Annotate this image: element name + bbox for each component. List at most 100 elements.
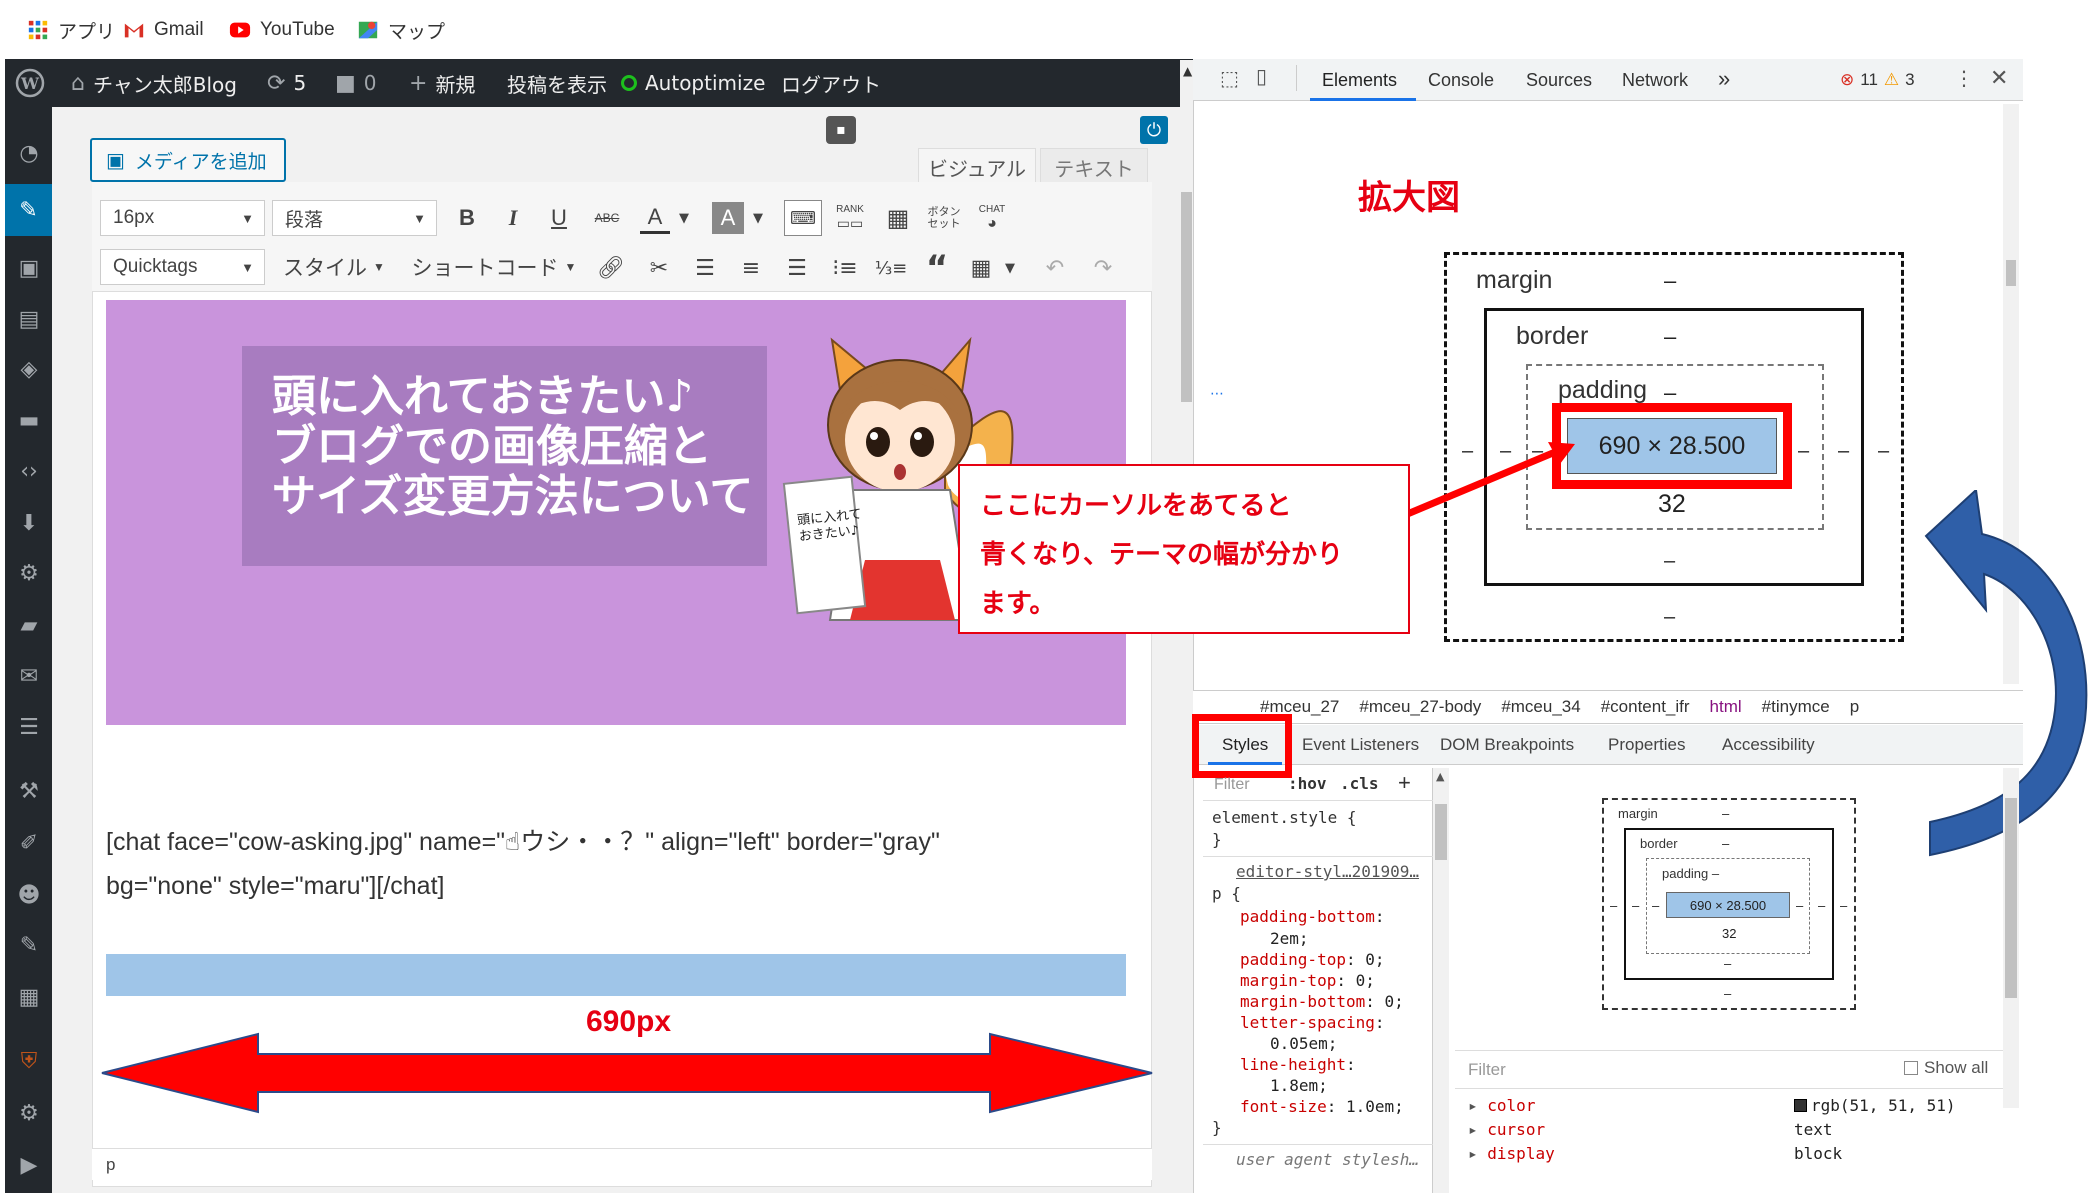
breadcrumb-item[interactable]: p (1850, 697, 1859, 717)
settings-gear-icon[interactable]: ⚙ (13, 557, 45, 589)
underline-icon[interactable]: U (544, 202, 574, 234)
mail-icon[interactable]: ✉ (13, 660, 45, 692)
paragraph-select[interactable]: 段落 (272, 200, 437, 236)
rank-icon[interactable]: RANK ▭▭ (832, 200, 868, 236)
table-icon[interactable]: ▦ (966, 252, 996, 284)
align-left-icon[interactable]: ☰ (690, 252, 720, 284)
tab-event-listeners[interactable]: Event Listeners (1302, 735, 1419, 755)
bookmark-gmail[interactable]: Gmail (122, 18, 204, 42)
tab-sources[interactable]: Sources (1526, 70, 1592, 91)
blockquote-icon[interactable]: “ (922, 248, 952, 288)
bookmark-apps[interactable]: アプリ (26, 18, 115, 43)
element-path[interactable]: p (106, 1155, 115, 1175)
add-media-button[interactable]: ▣ メディアを追加 (90, 138, 286, 182)
chevron-down-icon[interactable]: ▼ (750, 206, 766, 230)
tag-icon[interactable]: ◈ (13, 353, 45, 385)
p-selector[interactable]: p { (1212, 884, 1241, 903)
stats-icon[interactable]: ▦ (13, 981, 45, 1013)
button-set-icon[interactable]: ボタン セット (926, 200, 962, 236)
posts-icon[interactable]: ✎ (5, 184, 52, 236)
italic-icon[interactable]: I (498, 202, 528, 234)
tab-visual[interactable]: ビジュアル (918, 148, 1036, 186)
background-color-icon[interactable]: A (712, 202, 744, 234)
issue-counters[interactable]: ⊗ 11 ⚠ 3 (1840, 70, 1915, 90)
css-declaration[interactable]: letter-spacing: (1240, 1013, 1385, 1032)
numbered-list-icon[interactable]: ⅓≡ (875, 252, 908, 284)
power-icon[interactable]: ⏻ (1140, 116, 1168, 144)
bookmark-youtube[interactable]: YouTube (228, 18, 335, 42)
play-circle-icon[interactable]: ▶ (13, 1149, 45, 1181)
show-all-checkbox[interactable]: Show all (1904, 1058, 1988, 1078)
elements-scroll-thumb[interactable] (2006, 260, 2016, 286)
pages-icon[interactable]: ▤ (13, 303, 45, 335)
css-declaration[interactable]: padding-top: 0; (1240, 950, 1385, 969)
link-icon[interactable]: 🔗︎ (596, 252, 626, 284)
strikethrough-icon[interactable]: ABC (590, 202, 624, 234)
box-model-content-zoomed[interactable]: 690 × 28.500 (1567, 418, 1777, 474)
css-declaration[interactable]: margin-bottom: 0; (1240, 992, 1404, 1011)
align-right-icon[interactable]: ☰ (782, 252, 812, 284)
users-icon[interactable]: ☻ (13, 879, 45, 911)
media-icon[interactable]: ▣ (13, 252, 45, 284)
breadcrumb-item[interactable]: #tinymce (1762, 697, 1830, 717)
autoptimize-link[interactable]: Autoptimize (621, 59, 765, 107)
styles-scroll-thumb[interactable] (1435, 804, 1447, 860)
box-model-content[interactable]: 690 × 28.500 (1666, 892, 1790, 918)
tools-icon[interactable]: ✎ (13, 929, 45, 961)
breadcrumb-item[interactable]: #content_ifr (1601, 697, 1690, 717)
chevron-down-icon[interactable]: ▼ (1002, 256, 1018, 280)
tab-network[interactable]: Network (1622, 70, 1688, 91)
font-size-select[interactable]: 16px (100, 200, 265, 236)
inspect-element-icon[interactable]: ⬚ (1220, 66, 1239, 90)
plugins-icon[interactable]: ✐ (13, 827, 45, 859)
undo-icon[interactable]: ↶ (1040, 252, 1070, 284)
tab-text[interactable]: テキスト (1040, 148, 1148, 186)
element-style-rule[interactable]: element.style { (1212, 808, 1357, 827)
scroll-up-arrow-icon[interactable]: ▲ (1436, 770, 1444, 783)
archive-icon[interactable]: ▬ (13, 404, 45, 436)
dashboard-icon[interactable]: ◔ (13, 137, 45, 169)
styles-filter-input[interactable]: Filter (1214, 776, 1250, 794)
site-name-link[interactable]: ⌂ チャン太郎Blog (71, 59, 237, 107)
align-center-icon[interactable]: ≡ (736, 252, 766, 284)
computed-scrollbar[interactable] (2003, 768, 2019, 1108)
table-grid-icon[interactable]: ▦ (880, 200, 916, 236)
gear-icon[interactable]: ⚙ (13, 1097, 45, 1129)
tab-properties[interactable]: Properties (1608, 735, 1685, 755)
quicktags-select[interactable]: Quicktags (100, 249, 265, 285)
breadcrumb-item[interactable]: #mceu_34 (1501, 697, 1580, 717)
code-icon[interactable]: ‹› (13, 455, 45, 487)
style-menu[interactable]: スタイル ▼ (278, 250, 390, 284)
brush-icon[interactable]: ⚒ (13, 775, 45, 807)
bookmark-maps[interactable]: マップ (356, 18, 445, 43)
new-content-link[interactable]: + 新規 (409, 59, 475, 107)
breadcrumb-item[interactable]: html (1710, 697, 1742, 717)
user-agent-stylesheet-label[interactable]: user agent stylesh… (1236, 1150, 1419, 1169)
keyboard-icon[interactable]: ⌨ (784, 200, 822, 236)
chevron-down-icon[interactable]: ▼ (676, 206, 692, 230)
new-style-rule-button[interactable]: + (1398, 770, 1411, 796)
highlighted-paragraph[interactable] (106, 954, 1126, 996)
tab-dom-breakpoints[interactable]: DOM Breakpoints (1440, 735, 1574, 755)
computed-row[interactable]: ▸ display (1468, 1144, 1555, 1163)
text-color-icon[interactable]: A (640, 202, 670, 234)
more-tabs-button[interactable]: » (1718, 66, 1730, 92)
scroll-up-arrow-icon[interactable]: ▲ (1183, 64, 1192, 78)
cls-toggle[interactable]: .cls (1340, 774, 1379, 793)
css-declaration[interactable]: line-height: (1240, 1055, 1356, 1074)
view-post-link[interactable]: 投稿を表示 (507, 59, 607, 107)
expand-dots-icon[interactable]: ⋯ (1210, 386, 1224, 402)
stylesheet-source-link[interactable]: editor-styl…201909… (1236, 862, 1419, 881)
redo-icon[interactable]: ↷ (1088, 252, 1118, 284)
computed-row[interactable]: ▸ color (1468, 1096, 1535, 1115)
kebab-menu-icon[interactable]: ⋮ (1954, 66, 1974, 90)
hov-toggle[interactable]: :hov (1288, 774, 1327, 793)
wp-logo[interactable]: W (15, 59, 45, 107)
chat-icon[interactable]: CHAT ◕ (974, 200, 1010, 236)
logout-link[interactable]: ログアウト (781, 59, 881, 107)
editor-scroll-thumb[interactable] (1181, 192, 1192, 402)
comments-link[interactable]: ■ 0 (335, 59, 377, 107)
shield-icon[interactable]: ⛨ (13, 1045, 45, 1077)
shortcode-menu[interactable]: ショートコード ▼ (408, 250, 580, 284)
computed-scroll-thumb[interactable] (2005, 798, 2017, 998)
